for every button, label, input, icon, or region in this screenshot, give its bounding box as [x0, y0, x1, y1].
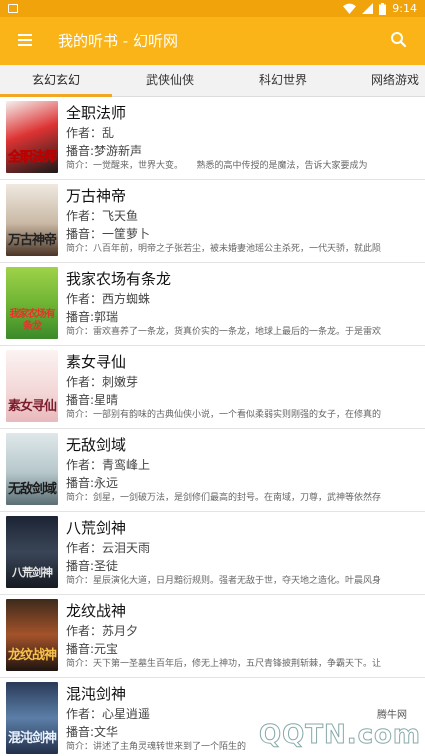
notification-icon [8, 4, 18, 13]
book-author: 作者：刺嫩芽 [66, 375, 139, 389]
book-title: 我家农场有条龙 [66, 270, 172, 288]
list-item[interactable]: 无敌剑域 无敌剑域 作者：青鸾峰上 播音:永远 简介：剑星，一剑破万法，是剑修们… [0, 429, 425, 512]
book-narrator: 播音:梦游新声 [66, 144, 143, 158]
app-bar: 我的听书 - 幻听网 [0, 17, 425, 65]
book-cover: 万古神帝 [6, 184, 58, 256]
book-title: 素女寻仙 [66, 353, 127, 371]
book-author: 作者：乱 [66, 126, 115, 140]
book-narrator: 播音:星晴 [66, 393, 119, 407]
book-intro: 简介：雷欢喜养了一条龙，货真价实的一条龙，地球上最后的一条龙。于是雷欢 [66, 327, 382, 337]
book-narrator: 播音:文华 [66, 725, 119, 739]
book-narrator: 播音：一筐萝卜 [66, 227, 151, 241]
wifi-icon [343, 3, 357, 14]
menu-icon[interactable] [16, 31, 36, 51]
list-item[interactable]: 八荒剑神 八荒剑神 作者：云泪天雨 播音:圣徒 简介：星辰演化大道，日月黯衍规则… [0, 512, 425, 595]
list-item[interactable]: 全职法师 全职法师 作者：乱 播音:梦游新声 简介：一觉醒来，世界大变。 熟悉的… [0, 97, 425, 180]
watermark-logo: 腾牛网 QQTN.com [259, 706, 421, 751]
book-title: 无敌剑域 [66, 436, 127, 454]
watermark-small-text: 腾牛网 [377, 706, 407, 721]
book-narrator: 播音:永远 [66, 476, 119, 490]
book-cover: 我家农场有条龙 [6, 267, 58, 339]
book-author: 作者：云泪天雨 [66, 541, 151, 555]
book-intro: 简介：八百年前，明帝之子张若尘，被未婚妻池瑶公主杀死，一代天骄，就此陨 [66, 244, 382, 254]
signal-icon [362, 3, 374, 14]
book-narrator: 播音:元宝 [66, 642, 119, 656]
book-cover: 全职法师 [6, 101, 58, 173]
book-narrator: 播音:圣徒 [66, 559, 119, 573]
book-author: 作者：心星逍遥 [66, 707, 151, 721]
book-cover: 龙纹战神 [6, 599, 58, 671]
book-title: 龙纹战神 [66, 602, 127, 620]
battery-icon [379, 2, 387, 15]
book-list[interactable]: 全职法师 全职法师 作者：乱 播音:梦游新声 简介：一觉醒来，世界大变。 熟悉的… [0, 97, 425, 756]
book-author: 作者：飞天鱼 [66, 209, 139, 223]
book-title: 万古神帝 [66, 187, 127, 205]
book-cover: 八荒剑神 [6, 516, 58, 588]
tab-wuxia[interactable]: 武侠仙侠 [112, 65, 228, 97]
list-item[interactable]: 我家农场有条龙 我家农场有条龙 作者：西方蜘蛛 播音:郭瑞 简介：雷欢喜养了一条… [0, 263, 425, 346]
watermark-brand: QQTN.com [259, 720, 421, 751]
book-title: 混沌剑神 [66, 685, 127, 703]
page-title: 我的听书 - 幻听网 [58, 32, 178, 50]
tab-xuanhuan[interactable]: 玄幻玄幻 [0, 65, 112, 97]
book-intro: 简介：天下第一圣墓生百年后，修无上神功，五尺青锋披荆斩棘，争霸天下。让 [66, 659, 382, 669]
book-intro: 简介：一觉醒来，世界大变。 熟悉的高中传授的是魔法，告诉大家要成为 [66, 161, 368, 171]
book-intro: 简介：一部别有韵味的古典仙侠小说，一个看似柔弱实则刚强的女子，在修真的 [66, 410, 382, 420]
book-cover: 素女寻仙 [6, 350, 58, 422]
category-tabs: 玄幻玄幻 武侠仙侠 科幻世界 网络游戏 [0, 65, 425, 97]
book-narrator: 播音:郭瑞 [66, 310, 119, 324]
book-cover: 混沌剑神 [6, 682, 58, 754]
book-author: 作者：苏月夕 [66, 624, 139, 638]
tab-wangyou[interactable]: 网络游戏 [345, 65, 425, 97]
book-author: 作者：青鸾峰上 [66, 458, 151, 472]
list-item[interactable]: 素女寻仙 素女寻仙 作者：刺嫩芽 播音:星晴 简介：一部别有韵味的古典仙侠小说，… [0, 346, 425, 429]
list-item[interactable]: 龙纹战神 龙纹战神 作者：苏月夕 播音:元宝 简介：天下第一圣墓生百年后，修无上… [0, 595, 425, 678]
clock: 9:14 [392, 2, 417, 15]
book-title: 全职法师 [66, 104, 127, 122]
status-bar: 9:14 [0, 0, 425, 17]
book-title: 八荒剑神 [66, 519, 127, 537]
list-item[interactable]: 万古神帝 万古神帝 作者：飞天鱼 播音：一筐萝卜 简介：八百年前，明帝之子张若尘… [0, 180, 425, 263]
search-icon[interactable] [389, 30, 409, 50]
book-cover: 无敌剑域 [6, 433, 58, 505]
book-intro: 简介：剑星，一剑破万法，是剑修们最高的封号。在南域，刀尊，武神等依然存 [66, 493, 382, 503]
book-intro: 简介：星辰演化大道，日月黯衍规则。强者无敌于世，夺天地之造化。叶晨风身 [66, 576, 382, 586]
book-author: 作者：西方蜘蛛 [66, 292, 151, 306]
tab-kehuan[interactable]: 科幻世界 [228, 65, 338, 97]
